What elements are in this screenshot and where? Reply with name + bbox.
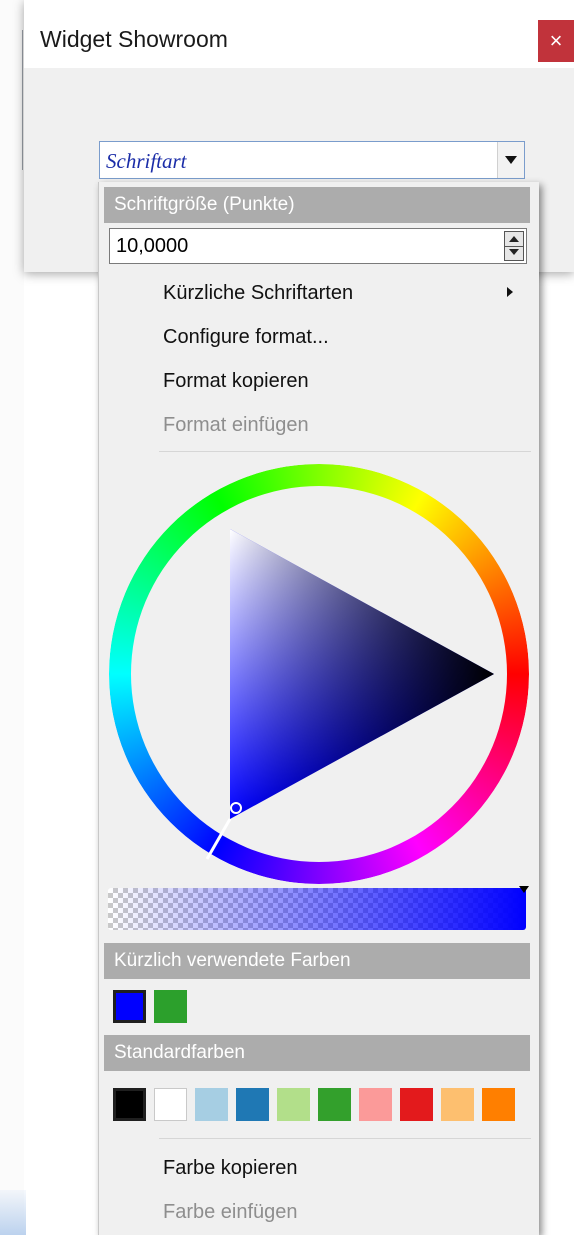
font-size-header: Schriftgröße (Punkte)	[104, 187, 530, 223]
menu-item-configure-format[interactable]: Configure format...	[163, 326, 329, 349]
title-bar[interactable]: Widget Showroom ×	[24, 0, 574, 68]
color-swatch[interactable]	[318, 1088, 351, 1121]
desktop-background-glow	[0, 1190, 26, 1235]
alpha-slider[interactable]	[108, 888, 526, 930]
window-title: Widget Showroom	[40, 26, 228, 52]
alpha-slider-handle-icon[interactable]	[519, 886, 529, 893]
font-size-value[interactable]: 10,0000	[116, 235, 188, 258]
color-swatch[interactable]	[277, 1088, 310, 1121]
menu-item-recent-fonts[interactable]: Kürzliche Schriftarten	[163, 282, 353, 305]
alpha-gradient	[108, 888, 526, 930]
menu-separator	[159, 1138, 531, 1139]
menu-item-copy-color[interactable]: Farbe kopieren	[163, 1157, 298, 1180]
menu-item-paste-format[interactable]: Format einfügen	[163, 414, 309, 437]
spin-buttons	[504, 231, 524, 261]
saturation-value-triangle[interactable]	[230, 529, 494, 819]
font-size-spinbox[interactable]: 10,0000	[109, 228, 527, 264]
spin-down-arrow-icon[interactable]	[505, 246, 523, 260]
color-swatch[interactable]	[400, 1088, 433, 1121]
spin-up-arrow-icon[interactable]	[505, 232, 523, 247]
recent-colors-header: Kürzlich verwendete Farben	[104, 943, 530, 979]
color-wheel[interactable]	[109, 464, 529, 884]
format-popup-menu: Schriftgröße (Punkte) 10,0000 Kürzliche …	[98, 182, 539, 1235]
color-swatch[interactable]	[482, 1088, 515, 1121]
color-swatch[interactable]	[113, 1088, 146, 1121]
menu-separator	[159, 451, 531, 452]
font-family-combobox[interactable]: Schriftart	[99, 141, 525, 179]
close-button[interactable]: ×	[538, 20, 574, 62]
background-divider	[22, 30, 23, 170]
color-swatch[interactable]	[359, 1088, 392, 1121]
submenu-arrow-icon	[507, 287, 513, 297]
color-swatch[interactable]	[441, 1088, 474, 1121]
menu-item-paste-color[interactable]: Farbe einfügen	[163, 1201, 298, 1224]
color-swatch[interactable]	[154, 990, 187, 1023]
menu-item-copy-format[interactable]: Format kopieren	[163, 370, 309, 393]
color-swatch[interactable]	[195, 1088, 228, 1121]
standard-colors-header: Standardfarben	[104, 1035, 530, 1071]
desktop-background	[0, 0, 24, 1235]
font-family-value: Schriftart	[106, 149, 187, 173]
color-swatch[interactable]	[113, 990, 146, 1023]
combobox-dropdown-button[interactable]	[497, 142, 524, 178]
color-swatch[interactable]	[236, 1088, 269, 1121]
color-swatch[interactable]	[154, 1088, 187, 1121]
